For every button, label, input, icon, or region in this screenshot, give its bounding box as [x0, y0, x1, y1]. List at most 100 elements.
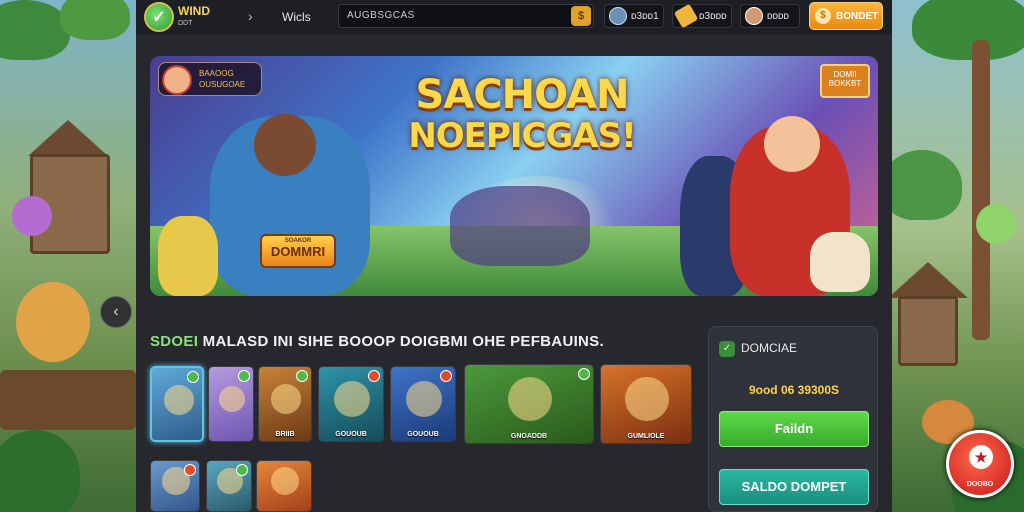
game-art-icon: [270, 466, 300, 496]
wallet-header: ✓ DOMCIAE: [719, 341, 797, 357]
wooden-platform: [0, 370, 136, 430]
game-tile-label: GUMLIOLE: [627, 433, 665, 440]
search-button[interactable]: $: [571, 6, 591, 26]
game-logo-main: DOMMRI: [270, 244, 326, 259]
banner-title-line2: NOEPICGAS!: [408, 116, 636, 156]
stat-value: ᴅ3ᴅᴅ1: [631, 11, 659, 22]
game-tile[interactable]: GUMLIOLE: [600, 364, 692, 444]
game-logo: SOAKOR DOMMRI: [260, 234, 336, 268]
banner-title-line1: SACHOAN: [415, 72, 630, 118]
game-tile[interactable]: GOUOUB: [318, 366, 384, 442]
brand-logo-icon[interactable]: ✓: [144, 2, 174, 32]
house-roof: [892, 262, 968, 298]
deposit-label: BONDET: [836, 11, 879, 22]
left-scenery: [0, 0, 136, 512]
game-art-icon: [405, 380, 443, 418]
badge-icon: [578, 368, 590, 380]
game-art-icon: [625, 377, 669, 421]
brand-subtitle: DDT: [178, 20, 193, 27]
stat-profile[interactable]: ᴅᴅᴅᴅ: [740, 4, 800, 28]
game-art-icon: [271, 384, 301, 414]
section-title-accent: SDOEI: [150, 333, 199, 350]
banner-title: SACHOAN NOEPICGAS!: [382, 72, 662, 156]
game-art-icon: [333, 380, 371, 418]
game-tile[interactable]: [256, 460, 312, 512]
game-art-icon: [164, 385, 194, 415]
wallet-title: DOMCIAE: [741, 341, 798, 356]
game-art-icon: [219, 386, 245, 412]
badge-icon: [368, 370, 380, 382]
foliage: [0, 0, 70, 60]
foliage: [912, 0, 1024, 60]
wallet-balance-button[interactable]: SALDO DOMPET: [719, 469, 869, 505]
foliage: [892, 150, 962, 220]
stat-coins[interactable]: ᴅ3ᴅᴅᴅ: [672, 3, 732, 29]
main-panel: ✓ WIND DDT › Wicls AUGBSGCAS $ ᴅ3ᴅᴅ1 ᴅ3ᴅ…: [100, 0, 892, 512]
section-title: SDOEI MALASD INI SIHE BOOOP DOIGBMI OHE …: [150, 333, 604, 350]
lion-mascot-icon: [16, 282, 90, 362]
deposit-button[interactable]: $ BONDET: [809, 2, 883, 30]
badge-icon: [296, 370, 308, 382]
hero-pet: [810, 232, 870, 292]
player-card-line1: BAAOOG: [199, 69, 234, 78]
search-value: AUGBSGCAS: [347, 10, 415, 21]
game-art-icon: [508, 377, 552, 421]
top-bar: ✓ WIND DDT › Wicls AUGBSGCAS $ ᴅ3ᴅᴅ1 ᴅ3ᴅ…: [136, 0, 892, 34]
creature-icon: [12, 196, 52, 236]
badge-icon: [184, 464, 196, 476]
tree-trunk: [972, 40, 990, 340]
search-input[interactable]: AUGBSGCAS $: [338, 4, 594, 28]
promo-badge-line2: BOKKBT: [828, 79, 862, 88]
game-tile[interactable]: [206, 460, 252, 512]
promo-badge-line1: DOMII: [833, 70, 857, 79]
avatar-icon: [745, 7, 763, 25]
game-tile[interactable]: [208, 366, 254, 442]
house-roof: [28, 120, 108, 156]
floating-action-button[interactable]: ★ DOOBO: [946, 430, 1014, 498]
hero-mage-head: [254, 114, 316, 176]
stat-balance[interactable]: ᴅ3ᴅᴅ1: [604, 4, 664, 28]
hero-banner[interactable]: SACHOAN NOEPICGAS! BAAOOG OUSUGOAE DOMII…: [150, 56, 878, 296]
foliage: [0, 430, 80, 512]
badge-icon: [187, 371, 199, 383]
game-tile[interactable]: BRIIB: [258, 366, 312, 442]
stat-value: ᴅᴅᴅᴅ: [767, 11, 790, 22]
badge-icon: [236, 464, 248, 476]
wallet-amount: 9ood 06 39300S: [748, 383, 840, 397]
chevron-right-icon[interactable]: ›: [248, 8, 253, 24]
foliage: [60, 0, 130, 40]
brand-name: WIND: [178, 4, 210, 18]
wallet-panel: ✓ DOMCIAE 9ood 06 39300S Faildn SALDO DOM…: [708, 326, 878, 512]
hero-warrior-head: [764, 116, 820, 172]
hero-blonde: [158, 216, 218, 296]
gift-icon: $: [815, 8, 831, 24]
game-tile-label: GOUOUB: [335, 431, 367, 438]
coin-icon: $: [577, 10, 585, 22]
badge-icon: [238, 370, 250, 382]
avatar-icon: [162, 65, 192, 95]
avatar-icon: [609, 7, 627, 25]
promo-badge[interactable]: DOMII BOKKBT: [820, 64, 870, 98]
game-tile[interactable]: [150, 366, 204, 442]
game-tile-label: GNOADDB: [510, 433, 548, 440]
creature-icon: [976, 204, 1016, 244]
fox-icon: ★: [969, 445, 993, 469]
player-card-line2: OUSUGOAE: [199, 80, 246, 89]
chevron-left-icon[interactable]: ‹: [100, 296, 132, 328]
game-tile[interactable]: GNOADDB: [464, 364, 594, 444]
game-tile-label: GOUOUB: [407, 431, 439, 438]
stat-value: ᴅ3ᴅᴅᴅ: [699, 11, 727, 22]
nav-link[interactable]: Wicls: [282, 10, 311, 24]
badge-icon: [440, 370, 452, 382]
game-tile[interactable]: GOUOUB: [390, 366, 456, 442]
floating-action-label: DOOBO: [966, 481, 994, 488]
cottage: [898, 296, 958, 366]
game-tile[interactable]: [150, 460, 200, 512]
section-title-text: MALASD INI SIHE BOOOP DOIGBMI OHE PEFBAU…: [202, 333, 604, 350]
check-icon: ✓: [719, 341, 735, 357]
coin-icon: [673, 3, 699, 29]
player-card[interactable]: BAAOOG OUSUGOAE: [158, 62, 262, 96]
primary-action-button[interactable]: Faildn: [719, 411, 869, 447]
battle-crowd: [450, 186, 590, 266]
right-scenery: [892, 0, 1024, 512]
